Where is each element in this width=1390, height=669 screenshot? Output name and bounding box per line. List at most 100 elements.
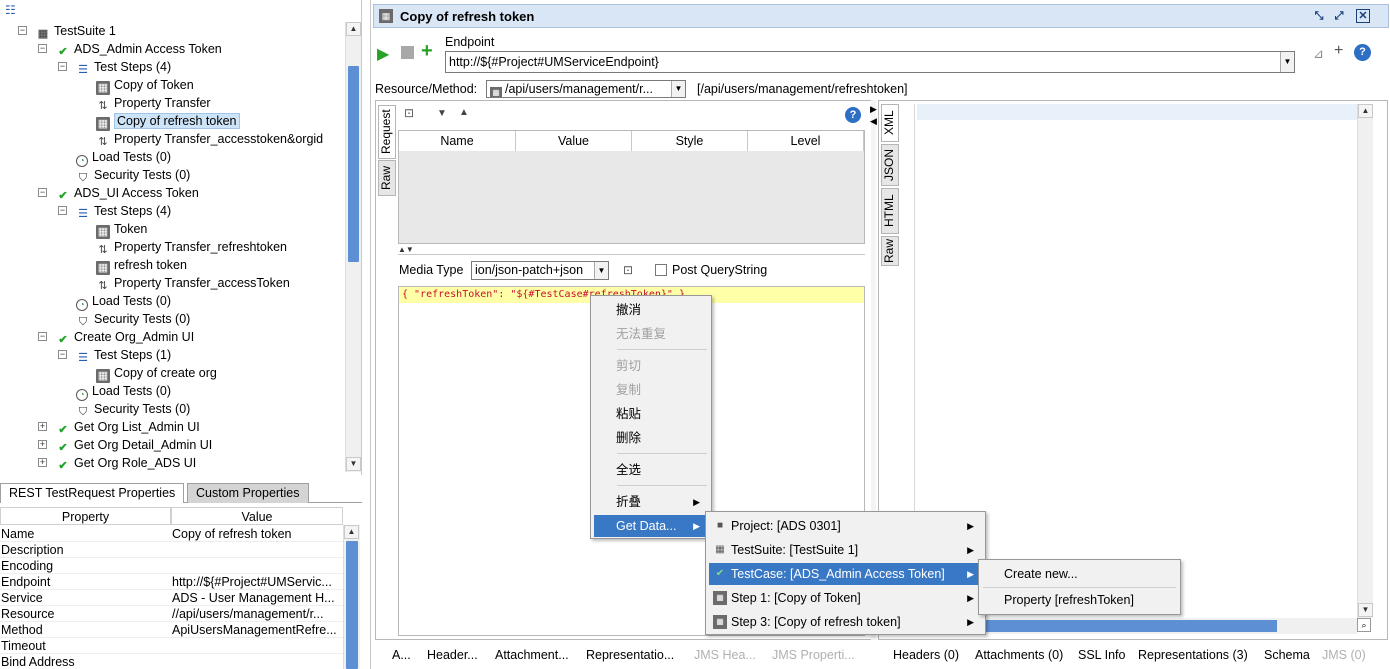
tree-item-testcase[interactable]: − ✔ Create Org_Admin UI	[38, 328, 194, 346]
tab-xml[interactable]: XML	[881, 104, 899, 142]
tree-item-testcase[interactable]: + ✔ Get Org List_Admin UI	[38, 418, 200, 436]
tab-jms[interactable]: JMS (0)	[1322, 648, 1366, 662]
collapse-icon[interactable]: −	[58, 350, 67, 359]
scroll-down-icon[interactable]: ▼	[346, 457, 361, 471]
table-row[interactable]: Method ApiUsersManagementRefre...	[0, 622, 343, 638]
tab-auth[interactable]: A...	[392, 648, 411, 662]
menu-item-testcase[interactable]: ✔ TestCase: [ADS_Admin Access Token] ▶	[709, 563, 982, 585]
collapse-left-icon[interactable]: ▶	[870, 104, 877, 115]
move-up-icon[interactable]: ▲	[459, 107, 469, 118]
expand-icon[interactable]: +	[38, 440, 47, 449]
menu-item-paste[interactable]: 粘贴	[594, 403, 708, 425]
properties-scrollbar[interactable]: ▲	[343, 525, 360, 669]
menu-item-copy[interactable]: 复制	[594, 379, 708, 401]
menu-item-step-3[interactable]: ▦ Step 3: [Copy of refresh token] ▶	[709, 611, 982, 633]
tree-item-load-tests[interactable]: ◔ Load Tests (0)	[76, 148, 171, 167]
tab-headers[interactable]: Header...	[427, 648, 478, 662]
format-icon[interactable]: ⊡	[623, 263, 633, 277]
tab-json[interactable]: JSON	[881, 144, 899, 186]
tree-item-security-tests[interactable]: ⛉ Security Tests (0)	[76, 400, 190, 418]
tab-rest-testrequest-properties[interactable]: REST TestRequest Properties	[0, 483, 185, 503]
column-header-value[interactable]: Value	[171, 507, 343, 525]
scroll-up-icon[interactable]: ▲	[1358, 104, 1373, 118]
dock-icon[interactable]: ⤡	[1312, 9, 1326, 23]
params-table[interactable]: Name Value Style Level	[398, 130, 865, 244]
tree-item-step[interactable]: ▦ Copy of Token	[96, 76, 194, 95]
add-icon[interactable]: +	[421, 40, 433, 63]
menu-item-create-new[interactable]: Create new...	[982, 563, 1177, 585]
tab-response-headers[interactable]: Headers (0)	[893, 648, 959, 662]
tree-item-step[interactable]: ▦ Token	[96, 220, 147, 239]
table-row[interactable]: Encoding	[0, 558, 343, 574]
post-querystring-checkbox[interactable]	[655, 264, 667, 276]
tree-item-step[interactable]: ⇅ Property Transfer_accesstoken&orgid	[96, 130, 323, 148]
tab-html[interactable]: HTML	[881, 188, 899, 234]
property-value[interactable]: http://${#Project#UMServic...	[172, 574, 342, 590]
tree-item-step[interactable]: ⇅ Property Transfer	[96, 94, 210, 112]
resource-method-select[interactable]: ▦/api/users/management/r... ▼	[486, 80, 686, 98]
tree-item-testcase[interactable]: − ✔ ADS_UI Access Token	[38, 184, 199, 202]
undock-icon[interactable]: ⤢	[1332, 9, 1346, 23]
scroll-up-icon[interactable]: ▲	[346, 22, 361, 36]
menu-item-testsuite[interactable]: ▦ TestSuite: [TestSuite 1] ▶	[709, 539, 982, 561]
tree-item-load-tests[interactable]: ◔ Load Tests (0)	[76, 382, 171, 401]
add-endpoint-icon[interactable]: +	[1334, 42, 1343, 60]
scrollbar-thumb[interactable]	[346, 541, 358, 669]
tree-item-testsuite[interactable]: − ▦ TestSuite 1	[18, 22, 116, 40]
property-value[interactable]: //api/users/management/r...	[172, 606, 342, 622]
menu-item-redo[interactable]: 无法重复	[594, 323, 708, 345]
menu-item-delete[interactable]: 删除	[594, 427, 708, 449]
run-icon[interactable]: ▶	[377, 44, 389, 64]
menu-item-project[interactable]: ■ Project: [ADS 0301] ▶	[709, 515, 982, 537]
scrollbar-thumb[interactable]	[977, 620, 1277, 632]
menu-item-select-all[interactable]: 全选	[594, 459, 708, 481]
tree-item-test-steps[interactable]: − ☰ Test Steps (4)	[58, 202, 171, 220]
menu-item-property-refreshtoken[interactable]: Property [refreshToken]	[982, 589, 1177, 611]
tab-attachments[interactable]: Attachment...	[495, 648, 569, 662]
column-header-style[interactable]: Style	[632, 131, 748, 151]
menu-item-cut[interactable]: 剪切	[594, 355, 708, 377]
stop-icon[interactable]	[401, 46, 414, 59]
search-icon[interactable]: ⌕	[1357, 618, 1371, 632]
column-header-level[interactable]: Level	[748, 131, 864, 151]
collapse-icon[interactable]: −	[58, 62, 67, 71]
expand-icon[interactable]: +	[38, 458, 47, 467]
tab-jms-headers[interactable]: JMS Hea...	[694, 648, 756, 662]
response-vscrollbar[interactable]: ▲ ▼	[1357, 104, 1373, 618]
collapse-right-icon[interactable]: ◀	[870, 116, 877, 127]
menu-item-undo[interactable]: 撤消	[594, 299, 708, 321]
menu-item-step-1[interactable]: ▦ Step 1: [Copy of Token] ▶	[709, 587, 982, 609]
tab-response-raw[interactable]: Raw	[881, 236, 899, 266]
collapse-icon[interactable]: −	[38, 188, 47, 197]
tree-item-step[interactable]: ▦ refresh token	[96, 256, 187, 275]
move-down-icon[interactable]: ▼	[437, 108, 447, 119]
tree-item-step[interactable]: ⇅ Property Transfer_accessToken	[96, 274, 289, 292]
table-row[interactable]: Resource //api/users/management/r...	[0, 606, 343, 622]
scroll-up-icon[interactable]: ▲	[344, 525, 359, 539]
column-header-property[interactable]: Property	[0, 507, 171, 525]
tree-item-test-steps[interactable]: − ☰ Test Steps (4)	[58, 58, 171, 76]
tree-item-security-tests[interactable]: ⛉ Security Tests (0)	[76, 310, 190, 328]
tree-item-load-tests[interactable]: ◔ Load Tests (0)	[76, 292, 171, 311]
help-icon[interactable]: ?	[1354, 44, 1371, 61]
tree-item-step[interactable]: ▦ Copy of create org	[96, 364, 217, 383]
tree-item-test-steps[interactable]: − ☰ Test Steps (1)	[58, 346, 171, 364]
collapse-icon[interactable]: −	[38, 44, 47, 53]
tab-response-representations[interactable]: Representations (3)	[1138, 648, 1248, 662]
menu-item-fold[interactable]: 折叠 ▶	[594, 491, 708, 513]
tab-request[interactable]: Request	[378, 105, 396, 159]
help-icon[interactable]: ?	[845, 107, 861, 123]
tab-schema[interactable]: Schema	[1264, 648, 1310, 662]
media-type-select[interactable]: ion/json-patch+json ▼	[471, 261, 609, 280]
table-row[interactable]: Service ADS - User Management H...	[0, 590, 343, 606]
collapse-icon[interactable]: −	[18, 26, 27, 35]
chevron-down-icon[interactable]: ▼	[594, 262, 608, 279]
add-param-icon[interactable]: ⊡	[404, 106, 414, 120]
collapse-icon[interactable]: −	[38, 332, 47, 341]
tab-jms-properties[interactable]: JMS Properti...	[772, 648, 855, 662]
tree-menu-icon[interactable]: ☷	[5, 4, 21, 16]
menu-item-get-data[interactable]: Get Data... ▶	[594, 515, 708, 537]
close-icon[interactable]: ✕	[1356, 9, 1370, 23]
column-header-value[interactable]: Value	[516, 131, 632, 151]
scrollbar-thumb[interactable]	[348, 66, 359, 262]
